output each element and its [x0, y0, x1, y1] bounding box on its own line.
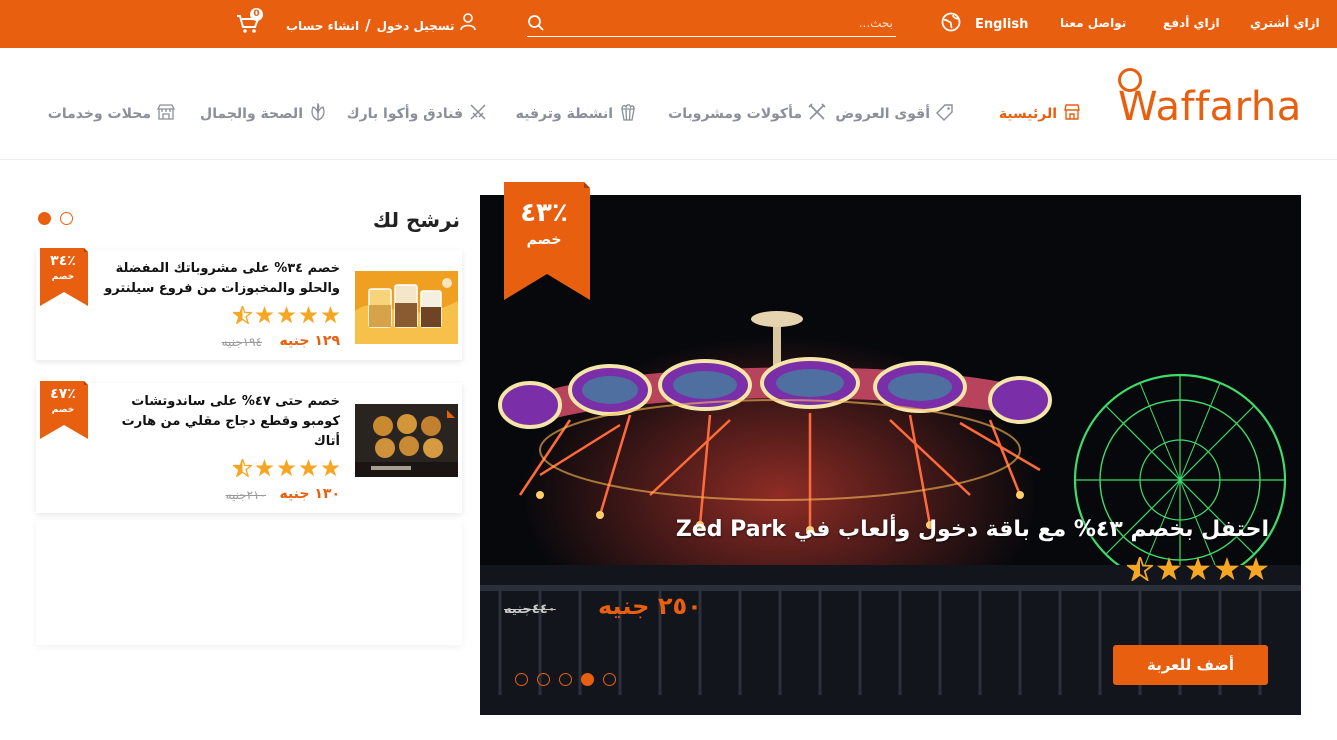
star-icon [299, 459, 318, 481]
star-icon [277, 459, 296, 481]
offer-image[interactable] [355, 271, 458, 344]
offer-image[interactable] [355, 404, 458, 477]
discount-ribbon: ٤٧٪ خصم [40, 381, 88, 439]
contact-link[interactable]: تواصل معنا [1060, 16, 1126, 30]
offer-card[interactable]: ٣٤٪ خصم خصم ٣٤% على مشروباتك المفضلة وال… [36, 248, 462, 360]
hero-image [480, 195, 1301, 715]
hero-old-price: ٤٤٠جنيه [504, 602, 556, 617]
utensils-icon [808, 103, 826, 125]
cart-icon [236, 15, 260, 38]
sidebar-empty-panel [36, 520, 462, 645]
star-icon [1214, 557, 1240, 585]
signup-link[interactable]: انشاء حساب [286, 19, 359, 33]
recommended-pager [38, 212, 73, 225]
star-icon [1156, 557, 1182, 585]
star-icon [1185, 557, 1211, 585]
star-icon [299, 306, 318, 328]
offer-old-price: ٢١٠جنيه [225, 488, 266, 502]
half-star-icon [231, 457, 254, 481]
hero-slide-dot[interactable] [515, 673, 528, 686]
nav-label-food: مأكولات ومشروبات [668, 106, 802, 122]
hero-slider[interactable]: احتفل بخصم ٤٣% مع باقة دخول وألعاب في Ze… [480, 195, 1301, 715]
nav-item-health[interactable]: الصحة والجمال [200, 102, 327, 125]
cart-button[interactable]: 0 [236, 8, 263, 34]
discount-label: خصم [51, 272, 75, 282]
star-icon [277, 306, 296, 328]
add-to-cart-button[interactable]: أضف للعربة [1113, 645, 1268, 685]
language-switch[interactable]: English [941, 12, 1028, 36]
offer-price: ١٢٩ جنيه [279, 333, 340, 349]
hero-rating-stars [1125, 554, 1269, 585]
discount-percent: ٤٧٪ [50, 386, 76, 402]
tag-icon [936, 103, 954, 125]
recommended-page-dot[interactable] [60, 212, 73, 225]
nav-item-best-deals[interactable]: أقوى العروض [835, 103, 954, 125]
leaf-icon [309, 102, 327, 125]
search-bar [527, 11, 896, 37]
discount-ribbon: ٣٤٪ خصم [40, 248, 88, 306]
half-star-icon [1125, 554, 1155, 585]
hero-slide-dot[interactable] [559, 673, 572, 686]
half-star-icon [231, 304, 254, 328]
auth-separator: / [365, 16, 371, 34]
star-icon [1243, 557, 1269, 585]
star-icon [255, 306, 274, 328]
hero-slide-dot[interactable] [581, 673, 594, 686]
nav-item-shops[interactable]: محلات وخدمات [47, 103, 176, 125]
nav-label-best-deals: أقوى العروض [835, 106, 930, 122]
star-icon [321, 459, 340, 481]
swords-icon [469, 103, 487, 125]
nav-label-health: الصحة والجمال [200, 106, 303, 122]
discount-label: خصم [51, 405, 75, 415]
nav-label-hotels: فنادق وأكوا بارك [346, 106, 463, 122]
star-icon [255, 459, 274, 481]
main-nav: Waffarha الرئيسية أقوى العروض مأكولات وم… [0, 48, 1337, 160]
search-icon[interactable] [527, 14, 545, 36]
hero-title[interactable]: احتفل بخصم ٤٣% مع باقة دخول وألعاب في Ze… [676, 517, 1269, 542]
cart-count-badge: 0 [250, 8, 263, 21]
search-input[interactable] [553, 13, 893, 33]
rating-stars [231, 457, 340, 481]
globe-icon [941, 12, 961, 36]
nav-item-food[interactable]: مأكولات ومشروبات [668, 103, 826, 125]
offer-price: ١٣٠ جنيه [279, 486, 340, 502]
popcorn-icon [619, 103, 637, 125]
nav-item-activities[interactable]: انشطة وترفيه [516, 103, 637, 125]
top-bar: ازاي أشتري ازاي أدفع تواصل معنا English … [0, 0, 1337, 48]
hero-price: ٢٥٠ جنيه [598, 592, 702, 620]
how-to-pay-link[interactable]: ازاي أدفع [1163, 16, 1220, 30]
hero-pager [515, 673, 616, 686]
login-link[interactable]: تسجيل دخول [377, 19, 455, 33]
offer-old-price: ١٩٤جنيه [221, 335, 262, 349]
logo-text: Waffarha [1118, 84, 1302, 130]
hero-discount-label: خصم [526, 232, 562, 248]
nav-label-activities: انشطة وترفيه [515, 106, 613, 122]
hero-discount-ribbon: ٤٣٪ خصم [504, 182, 590, 300]
nav-label-home: الرئيسية [998, 106, 1057, 122]
hero-slide-dot[interactable] [603, 673, 616, 686]
discount-percent: ٣٤٪ [50, 253, 76, 269]
language-label: English [975, 16, 1029, 32]
hero-slide-dot[interactable] [537, 673, 550, 686]
store-icon [1063, 103, 1081, 125]
star-icon [321, 306, 340, 328]
hero-discount-percent: ٤٣٪ [520, 198, 568, 228]
nav-item-home[interactable]: الرئيسية [999, 103, 1081, 125]
shop-icon [156, 103, 176, 125]
offer-title[interactable]: خصم ٣٤% على مشروباتك المفضلة والحلو والم… [100, 259, 340, 299]
offer-title[interactable]: خصم حتى ٤٧% على ساندوتشات كومبو وقطع دجا… [100, 392, 340, 452]
nav-item-hotels[interactable]: فنادق وأكوا بارك [347, 103, 487, 125]
how-to-buy-link[interactable]: ازاي أشتري [1250, 16, 1320, 30]
user-icon [460, 12, 477, 34]
nav-label-shops: محلات وخدمات [47, 106, 151, 122]
auth-links: تسجيل دخول / انشاء حساب [286, 9, 477, 37]
recommended-page-dot[interactable] [38, 212, 51, 225]
recommended-title: نرشح لك [372, 208, 460, 232]
rating-stars [231, 304, 340, 328]
offer-card[interactable]: ٤٧٪ خصم خصم حتى ٤٧% على ساندوتشات كومبو … [36, 381, 462, 513]
